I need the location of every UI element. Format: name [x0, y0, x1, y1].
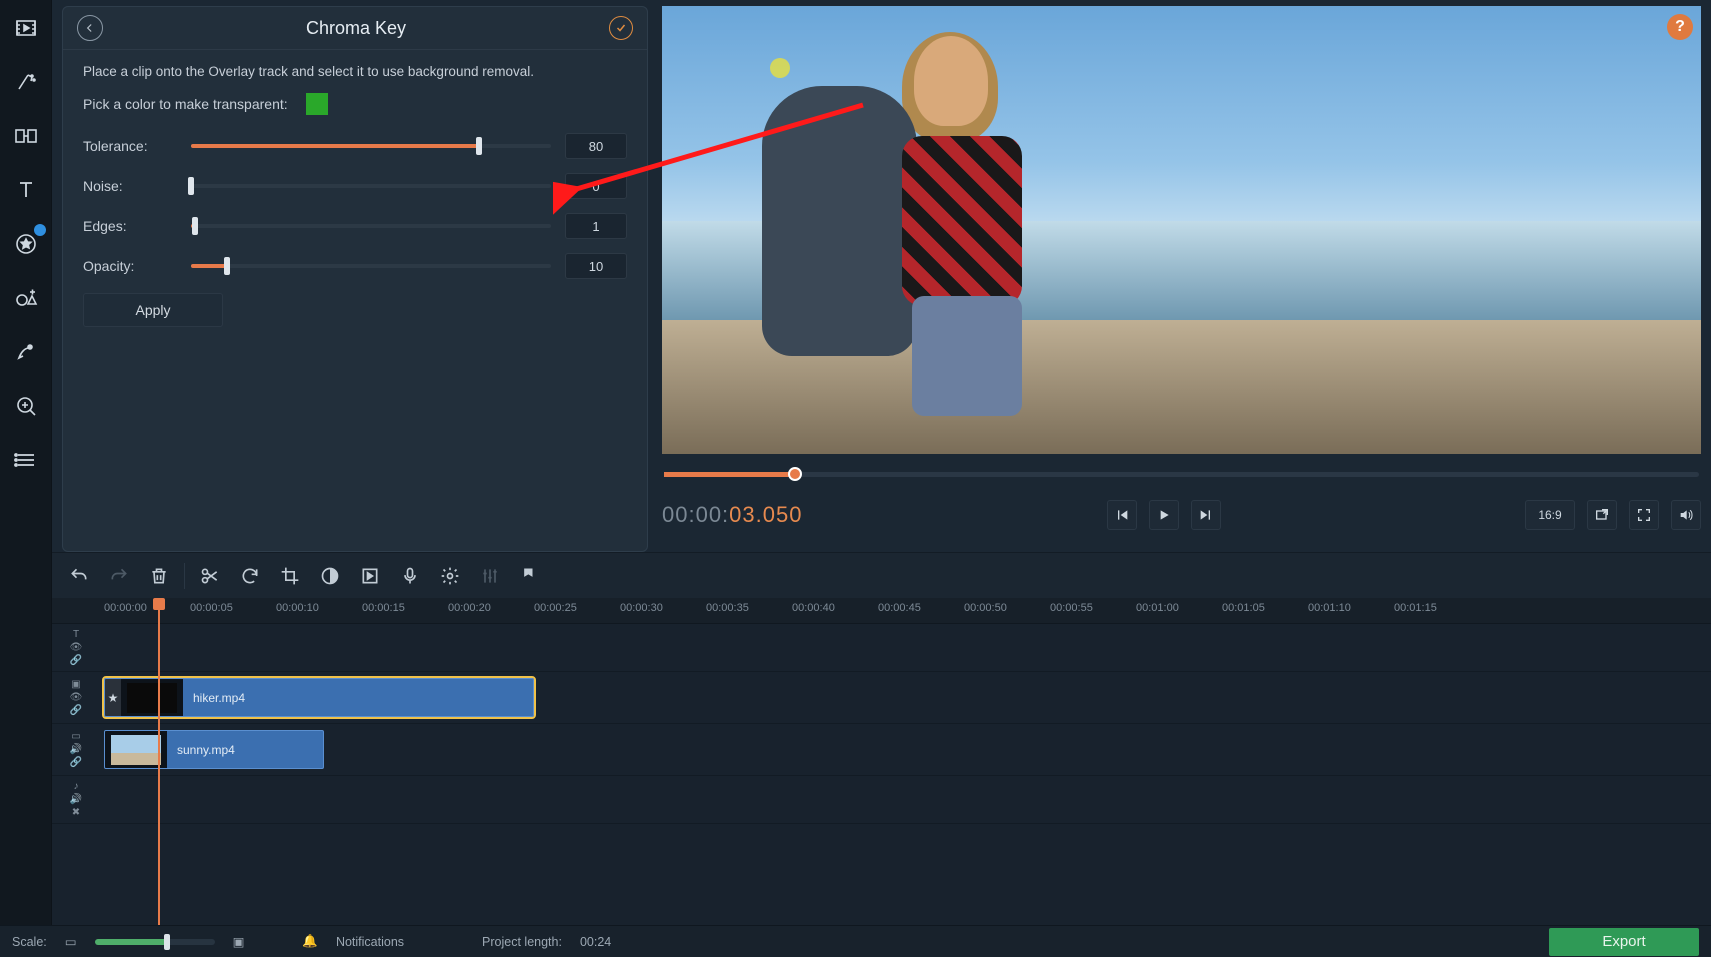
- audio-track[interactable]: ♪🔊✖: [52, 776, 1711, 824]
- clip-properties-button[interactable]: [353, 559, 387, 593]
- aspect-ratio-button[interactable]: 16:9: [1525, 500, 1575, 530]
- ruler-mark: 00:00:10: [276, 602, 319, 614]
- panel-title: Chroma Key: [306, 18, 406, 39]
- title-track[interactable]: T👁🔗: [52, 624, 1711, 672]
- video-clip-name: sunny.mp4: [167, 743, 245, 757]
- color-swatch[interactable]: [306, 93, 328, 115]
- ruler-mark: 00:00:40: [792, 602, 835, 614]
- split-button[interactable]: [193, 559, 227, 593]
- ruler-mark: 00:00:45: [878, 602, 921, 614]
- noise-slider[interactable]: [191, 177, 551, 195]
- volume-button[interactable]: [1671, 500, 1701, 530]
- undo-button[interactable]: [62, 559, 96, 593]
- ruler-mark: 00:00:05: [190, 602, 233, 614]
- tolerance-label: Tolerance:: [83, 138, 177, 154]
- play-button[interactable]: [1149, 500, 1179, 530]
- sidebar-shapes-icon[interactable]: [6, 278, 46, 318]
- detach-preview-button[interactable]: [1587, 500, 1617, 530]
- pick-color-label: Pick a color to make transparent:: [83, 96, 288, 112]
- opacity-slider[interactable]: [191, 257, 551, 275]
- sidebar-titles-icon[interactable]: [6, 170, 46, 210]
- marker-button[interactable]: [513, 559, 547, 593]
- clip-thumbnail: [121, 679, 183, 716]
- overlay-clip[interactable]: ★ hiker.mp4: [104, 678, 534, 717]
- edges-value[interactable]: 1: [565, 213, 627, 239]
- apply-button[interactable]: Apply: [83, 293, 223, 327]
- opacity-label: Opacity:: [83, 258, 177, 274]
- help-button[interactable]: ?: [1667, 14, 1693, 40]
- cursor-highlight: [770, 58, 790, 78]
- playhead[interactable]: [158, 598, 160, 925]
- equalizer-button: [473, 559, 507, 593]
- ruler-mark: 00:00:25: [534, 602, 577, 614]
- ruler-mark: 00:01:10: [1308, 602, 1351, 614]
- project-length-value: 00:24: [580, 935, 611, 949]
- video-track[interactable]: ▭🔊🔗 sunny.mp4: [52, 724, 1711, 776]
- project-length-label: Project length:: [482, 935, 562, 949]
- noise-value[interactable]: 0: [565, 173, 627, 199]
- edges-slider[interactable]: [191, 217, 551, 235]
- video-preview[interactable]: [662, 6, 1701, 454]
- sidebar-media-icon[interactable]: [6, 8, 46, 48]
- sidebar-stickers-icon[interactable]: [6, 224, 46, 264]
- delete-button[interactable]: [142, 559, 176, 593]
- scale-full-icon[interactable]: ▣: [233, 934, 245, 949]
- panel-instruction: Place a clip onto the Overlay track and …: [83, 64, 627, 79]
- sidebar-zoom-icon[interactable]: [6, 386, 46, 426]
- panel-back-button[interactable]: [77, 15, 103, 41]
- ruler-mark: 00:00:55: [1050, 602, 1093, 614]
- redo-button: [102, 559, 136, 593]
- next-frame-button[interactable]: [1191, 500, 1221, 530]
- clip-effect-icon: ★: [105, 679, 121, 716]
- ruler-mark: 00:00:00: [104, 602, 147, 614]
- sidebar-transitions-icon[interactable]: [6, 116, 46, 156]
- prev-frame-button[interactable]: [1107, 500, 1137, 530]
- tolerance-value[interactable]: 80: [565, 133, 627, 159]
- title-track-head[interactable]: T👁🔗: [52, 624, 100, 671]
- sidebar-filters-icon[interactable]: [6, 62, 46, 102]
- preview-area: ? 00:00:03.050 16:9: [662, 6, 1701, 552]
- tolerance-slider[interactable]: [191, 137, 551, 155]
- overlay-clip-name: hiker.mp4: [183, 691, 255, 705]
- audio-track-head[interactable]: ♪🔊✖: [52, 776, 100, 823]
- ruler-mark: 00:00:15: [362, 602, 405, 614]
- ruler-mark: 00:00:50: [964, 602, 1007, 614]
- video-clip[interactable]: sunny.mp4: [104, 730, 324, 769]
- status-bar: Scale: ▭ ▣ 🔔 Notifications Project lengt…: [0, 925, 1711, 957]
- ruler-mark: 00:00:20: [448, 602, 491, 614]
- export-button[interactable]: Export: [1549, 928, 1699, 956]
- record-audio-button[interactable]: [393, 559, 427, 593]
- sidebar-more-icon[interactable]: [6, 440, 46, 480]
- timeline: ＋ 00:00:0000:00:0500:00:1000:00:1500:00:…: [52, 598, 1711, 925]
- fullscreen-button[interactable]: [1629, 500, 1659, 530]
- left-sidebar: [0, 0, 52, 925]
- color-adjust-button[interactable]: [313, 559, 347, 593]
- timeline-ruler[interactable]: 00:00:00 00:00:05 00:00:10 00:00:15 00:00:20…: [52, 598, 1711, 624]
- edges-label: Edges:: [83, 218, 177, 234]
- notifications-label[interactable]: Notifications: [336, 935, 404, 949]
- chroma-key-panel: Chroma Key Place a clip onto the Overlay…: [62, 6, 648, 552]
- timeline-toolbar: [52, 552, 1711, 598]
- noise-label: Noise:: [83, 178, 177, 194]
- rotate-button[interactable]: [233, 559, 267, 593]
- scale-fit-icon[interactable]: ▭: [65, 934, 77, 949]
- timecode: 00:00:03.050: [662, 502, 802, 529]
- ruler-mark: 00:00:35: [706, 602, 749, 614]
- ruler-mark: 00:01:05: [1222, 602, 1265, 614]
- crop-button[interactable]: [273, 559, 307, 593]
- sidebar-animation-icon[interactable]: [6, 332, 46, 372]
- settings-button[interactable]: [433, 559, 467, 593]
- ruler-mark: 00:00:30: [620, 602, 663, 614]
- seek-bar[interactable]: [664, 472, 1699, 477]
- overlay-track[interactable]: ▣👁🔗 ★ hiker.mp4: [52, 672, 1711, 724]
- panel-confirm-button[interactable]: [609, 16, 633, 40]
- ruler-mark: 00:01:15: [1394, 602, 1437, 614]
- ruler-mark: 00:01:00: [1136, 602, 1179, 614]
- video-track-head[interactable]: ▭🔊🔗: [52, 724, 100, 775]
- scale-label: Scale:: [12, 935, 47, 949]
- overlay-track-head[interactable]: ▣👁🔗: [52, 672, 100, 723]
- scale-slider[interactable]: [95, 939, 215, 945]
- opacity-value[interactable]: 10: [565, 253, 627, 279]
